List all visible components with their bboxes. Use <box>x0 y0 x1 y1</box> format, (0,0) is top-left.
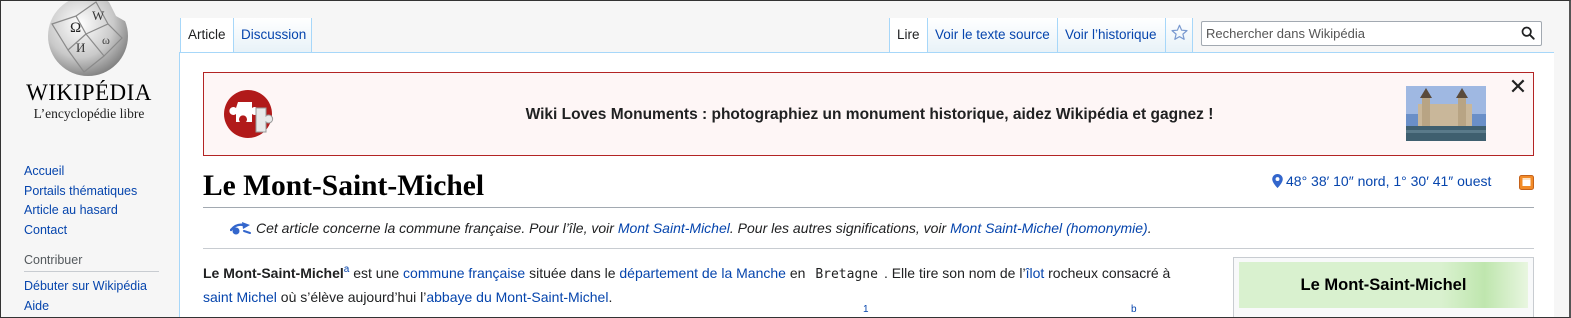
wikipedia-logo[interactable]: Ω W И ω Wikipédia L’encyclopédie libre <box>18 0 160 129</box>
sidebar-item-aide[interactable]: Aide <box>24 297 147 317</box>
link-departement-manche[interactable]: département de la Manche <box>619 265 786 281</box>
search-input[interactable] <box>1206 24 1506 43</box>
title-divider <box>203 207 1534 208</box>
infobox-header: Le Mont-Saint-Michel <box>1239 262 1528 308</box>
svg-text:И: И <box>76 40 85 55</box>
sidebar-item-portails[interactable]: Portails thématiques <box>24 182 164 202</box>
tab-read-label: Lire <box>897 27 920 42</box>
sidebar-item-contact[interactable]: Contact <box>24 221 164 241</box>
tab-history-label: Voir l’historique <box>1065 27 1157 42</box>
para-text-4: . Elle tire son nom de l’ <box>883 265 1026 281</box>
coordinates-text: 48° 38′ 10″ nord, 1° 30′ 41″ ouest <box>1286 173 1492 189</box>
region-code: Bretagne <box>815 267 878 282</box>
tab-discussion-label: Discussion <box>241 27 307 42</box>
tab-article[interactable]: Article <box>180 18 233 52</box>
hatnote-text-1: Cet article concerne la commune français… <box>256 220 618 236</box>
hatnote-text-2: . Pour les autres significations, voir <box>729 220 951 236</box>
tab-article-label: Article <box>188 27 226 42</box>
para-text-1: est une <box>349 265 404 281</box>
castle-photo <box>1406 86 1486 141</box>
watch-star-button[interactable] <box>1165 18 1193 52</box>
coordinates-link[interactable]: 48° 38′ 10″ nord, 1° 30′ 41″ ouest <box>1272 173 1491 189</box>
banner-message[interactable]: Wiki Loves Monuments : photographiez un … <box>204 106 1535 124</box>
map-pin-icon <box>1272 174 1283 188</box>
infobox-title: Le Mont-Saint-Michel <box>1300 276 1467 294</box>
tab-view-source-label: Voir le texte source <box>935 27 1050 42</box>
sidebar-item-hasard[interactable]: Article au hasard <box>24 201 164 221</box>
sidebar-divider <box>24 271 159 272</box>
hatnote-link-homonymie[interactable]: Mont Saint-Michel (homonymie) <box>950 220 1148 236</box>
para-text-2: située dans le <box>525 265 620 281</box>
search-button[interactable] <box>1519 25 1537 43</box>
link-commune-francaise[interactable]: commune française <box>403 265 525 281</box>
sidebar-contribute: Débuter sur Wikipédia Aide <box>24 277 147 316</box>
sidebar-heading-contribuer: Contribuer <box>24 253 83 267</box>
tab-view-source[interactable]: Voir le texte source <box>927 18 1057 52</box>
search-icon <box>1521 26 1535 40</box>
map-icon[interactable] <box>1519 175 1534 190</box>
footnote-b[interactable]: b <box>1131 304 1137 315</box>
article-subject: Le Mont-Saint-Michel <box>203 265 344 281</box>
para-text-6: où s’élève aujourd’hui l’ <box>276 289 427 305</box>
svg-text:Ω: Ω <box>70 20 81 36</box>
infobox: Le Mont-Saint-Michel <box>1233 257 1534 318</box>
hatnote-link-ile[interactable]: Mont Saint-Michel <box>618 220 730 236</box>
banner-close-button[interactable]: ✕ <box>1508 76 1528 98</box>
sidebar-item-debuter[interactable]: Débuter sur Wikipédia <box>24 277 147 297</box>
svg-text:ω: ω <box>102 33 110 47</box>
para-text-7: . <box>608 289 613 305</box>
wikipedia-tagline: L’encyclopédie libre <box>33 106 145 121</box>
sidebar-navigation: Accueil Portails thématiques Article au … <box>24 162 164 240</box>
para-text-3: en <box>785 265 810 281</box>
svg-text:W: W <box>92 8 105 23</box>
wiki-loves-monuments-banner: Wiki Loves Monuments : photographiez un … <box>203 72 1534 156</box>
hatnote-text-3: . <box>1147 220 1152 236</box>
footnote-1[interactable]: 1 <box>863 304 869 315</box>
disambiguation-hatnote: Cet article concerne la commune français… <box>230 220 1152 236</box>
search-box <box>1201 21 1542 46</box>
disambiguation-icon <box>230 222 251 235</box>
wikipedia-globe-icon: Ω W И ω <box>48 0 130 76</box>
tab-discussion[interactable]: Discussion <box>233 18 312 52</box>
wikipedia-wordmark: Wikipédia <box>26 80 152 105</box>
intro-paragraph: Le Mont-Saint-Michela est une commune fr… <box>203 258 1213 309</box>
page-title: Le Mont-Saint-Michel <box>203 170 485 202</box>
tab-history[interactable]: Voir l’historique <box>1057 18 1165 52</box>
para-text-5: rocheux consacré à <box>1044 265 1171 281</box>
link-saint-michel[interactable]: saint Michel <box>203 289 277 305</box>
link-abbaye[interactable]: abbaye du Mont-Saint-Michel <box>426 289 608 305</box>
link-ilot[interactable]: îlot <box>1026 265 1045 281</box>
hatnote-divider <box>203 248 1534 249</box>
star-icon <box>1171 24 1188 40</box>
tab-read[interactable]: Lire <box>889 18 927 52</box>
sidebar-item-accueil[interactable]: Accueil <box>24 162 164 182</box>
